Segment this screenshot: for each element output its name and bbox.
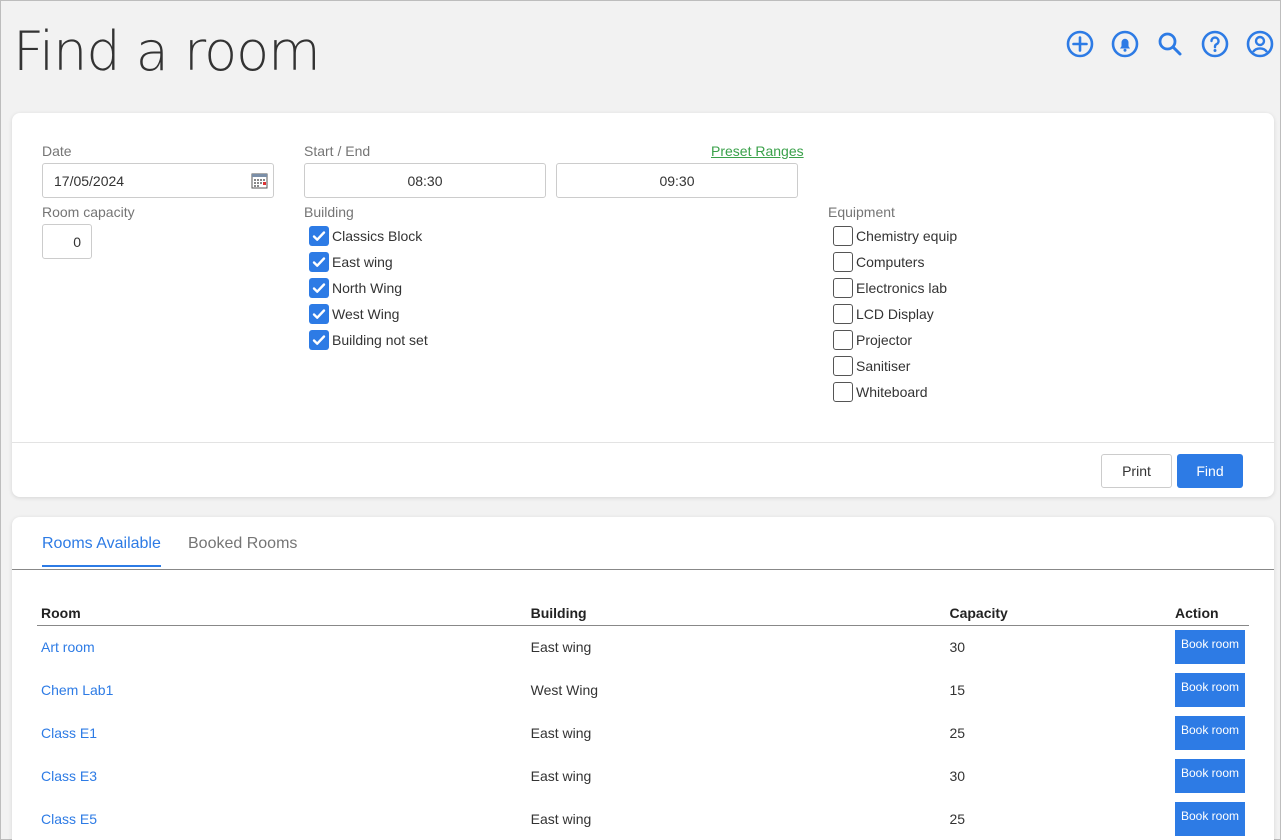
bell-icon[interactable] bbox=[1109, 28, 1140, 59]
capacity-cell: 15 bbox=[949, 681, 966, 698]
help-icon[interactable] bbox=[1199, 28, 1230, 59]
equipment-checkbox-label: Projector bbox=[856, 332, 913, 348]
equipment-checkbox-label: Electronics lab bbox=[856, 280, 948, 296]
table-row: Class E5 East wing 25 Book room bbox=[37, 797, 1249, 840]
room-capacity-label: Room capacity bbox=[42, 204, 135, 220]
building-option-west-wing[interactable]: West Wing bbox=[309, 303, 428, 325]
top-toolbar bbox=[1064, 28, 1275, 59]
action-header: Action bbox=[1171, 601, 1249, 626]
room-link[interactable]: Chem Lab1 bbox=[41, 682, 113, 698]
calendar-icon[interactable] bbox=[251, 172, 268, 189]
building-option-building-not-set[interactable]: Building not set bbox=[309, 329, 428, 351]
capacity-cell: 30 bbox=[949, 767, 966, 784]
room-link[interactable]: Class E3 bbox=[41, 768, 97, 784]
book-room-button[interactable]: Book room bbox=[1175, 801, 1245, 836]
tab-rooms-available[interactable]: Rooms Available bbox=[42, 535, 161, 567]
room-link[interactable]: Art room bbox=[41, 639, 95, 655]
equipment-label: Equipment bbox=[828, 204, 895, 220]
building-checkbox-label: Building not set bbox=[332, 332, 428, 348]
date-value: 17/05/2024 bbox=[54, 172, 125, 189]
building-checkbox-label: Classics Block bbox=[332, 228, 423, 244]
date-field[interactable]: 17/05/2024 bbox=[42, 163, 274, 198]
tab-booked-rooms[interactable]: Booked Rooms bbox=[188, 535, 297, 565]
equipment-option-chemistry-equip[interactable]: Chemistry equip bbox=[833, 225, 957, 247]
building-checkbox-label: West Wing bbox=[332, 306, 400, 322]
equipment-checkbox[interactable] bbox=[833, 382, 853, 402]
book-room-button[interactable]: Book room bbox=[1175, 758, 1245, 793]
equipment-option-lcd-display[interactable]: LCD Display bbox=[833, 303, 957, 325]
building-option-north-wing[interactable]: North Wing bbox=[309, 277, 428, 299]
equipment-checkbox-label: Computers bbox=[856, 254, 925, 270]
building-label: Building bbox=[304, 204, 354, 220]
tab-bar: Rooms Available Booked Rooms bbox=[12, 517, 1274, 570]
building-checkbox-label: North Wing bbox=[332, 280, 403, 296]
equipment-checkbox[interactable] bbox=[833, 252, 853, 272]
building-checkbox-list: Classics Block East wing North Wing West Wi… bbox=[309, 225, 428, 351]
room-header[interactable]: Room bbox=[37, 601, 527, 626]
rooms-table: Room Building Capacity Action Art room Ea… bbox=[37, 601, 1249, 840]
search-filters-panel: Date 17/05/2024 Start / End Preset Range… bbox=[12, 113, 1274, 497]
building-checkbox[interactable] bbox=[309, 226, 329, 246]
start-time-field[interactable]: 08:30 bbox=[304, 163, 546, 198]
equipment-option-computers[interactable]: Computers bbox=[833, 251, 957, 273]
building-checkbox-label: East wing bbox=[332, 254, 393, 270]
equipment-checkbox-list: Chemistry equip Computers Electronics lab L… bbox=[833, 225, 957, 403]
book-room-button[interactable]: Book room bbox=[1175, 715, 1245, 750]
equipment-option-electronics-lab[interactable]: Electronics lab bbox=[833, 277, 957, 299]
equipment-option-sanitiser[interactable]: Sanitiser bbox=[833, 355, 957, 377]
capacity-cell: 30 bbox=[949, 638, 966, 655]
building-option-classics-block[interactable]: Classics Block bbox=[309, 225, 428, 247]
results-panel: Rooms Available Booked Rooms Room Buildi… bbox=[12, 517, 1274, 840]
table-header-row: Room Building Capacity Action bbox=[37, 601, 1249, 626]
equipment-checkbox-label: Whiteboard bbox=[856, 384, 928, 400]
capacity-cell: 25 bbox=[949, 724, 966, 741]
building-option-east-wing[interactable]: East wing bbox=[309, 251, 428, 273]
equipment-checkbox[interactable] bbox=[833, 226, 853, 246]
building-checkbox[interactable] bbox=[309, 330, 329, 350]
room-link[interactable]: Class E5 bbox=[41, 811, 97, 827]
search-icon[interactable] bbox=[1154, 28, 1185, 59]
capacity-header[interactable]: Capacity bbox=[945, 601, 1171, 626]
building-cell: East wing bbox=[530, 767, 592, 784]
building-cell: West Wing bbox=[530, 681, 599, 698]
capacity-cell: 25 bbox=[949, 810, 966, 827]
print-button[interactable]: Print bbox=[1101, 454, 1172, 488]
book-room-button[interactable]: Book room bbox=[1175, 629, 1245, 664]
building-cell: East wing bbox=[530, 724, 592, 741]
table-row: Chem Lab1 West Wing 15 Book room bbox=[37, 668, 1249, 711]
equipment-checkbox[interactable] bbox=[833, 278, 853, 298]
equipment-checkbox-label: Chemistry equip bbox=[856, 228, 958, 244]
start-end-label: Start / End bbox=[304, 143, 371, 159]
table-row: Class E1 East wing 25 Book room bbox=[37, 711, 1249, 754]
end-time-field[interactable]: 09:30 bbox=[556, 163, 798, 198]
page-title: Find a room bbox=[13, 20, 321, 83]
building-header[interactable]: Building bbox=[526, 601, 946, 626]
equipment-checkbox-label: LCD Display bbox=[856, 306, 934, 322]
divider bbox=[12, 442, 1274, 443]
add-icon[interactable] bbox=[1064, 28, 1095, 59]
find-button[interactable]: Find bbox=[1177, 454, 1243, 488]
building-cell: East wing bbox=[530, 638, 592, 655]
equipment-checkbox[interactable] bbox=[833, 356, 853, 376]
room-link[interactable]: Class E1 bbox=[41, 725, 97, 741]
room-capacity-field[interactable]: 0 bbox=[42, 224, 92, 259]
book-room-button[interactable]: Book room bbox=[1175, 672, 1245, 707]
table-row: Class E3 East wing 30 Book room bbox=[37, 754, 1249, 797]
equipment-checkbox[interactable] bbox=[833, 304, 853, 324]
preset-ranges-link[interactable]: Preset Ranges bbox=[711, 143, 804, 159]
equipment-option-projector[interactable]: Projector bbox=[833, 329, 957, 351]
building-checkbox[interactable] bbox=[309, 278, 329, 298]
date-label: Date bbox=[42, 143, 72, 159]
equipment-option-whiteboard[interactable]: Whiteboard bbox=[833, 381, 957, 403]
equipment-checkbox-label: Sanitiser bbox=[856, 358, 911, 374]
user-icon[interactable] bbox=[1244, 28, 1275, 59]
building-cell: East wing bbox=[530, 810, 592, 827]
building-checkbox[interactable] bbox=[309, 252, 329, 272]
table-row: Art room East wing 30 Book room bbox=[37, 625, 1249, 668]
building-checkbox[interactable] bbox=[309, 304, 329, 324]
equipment-checkbox[interactable] bbox=[833, 330, 853, 350]
